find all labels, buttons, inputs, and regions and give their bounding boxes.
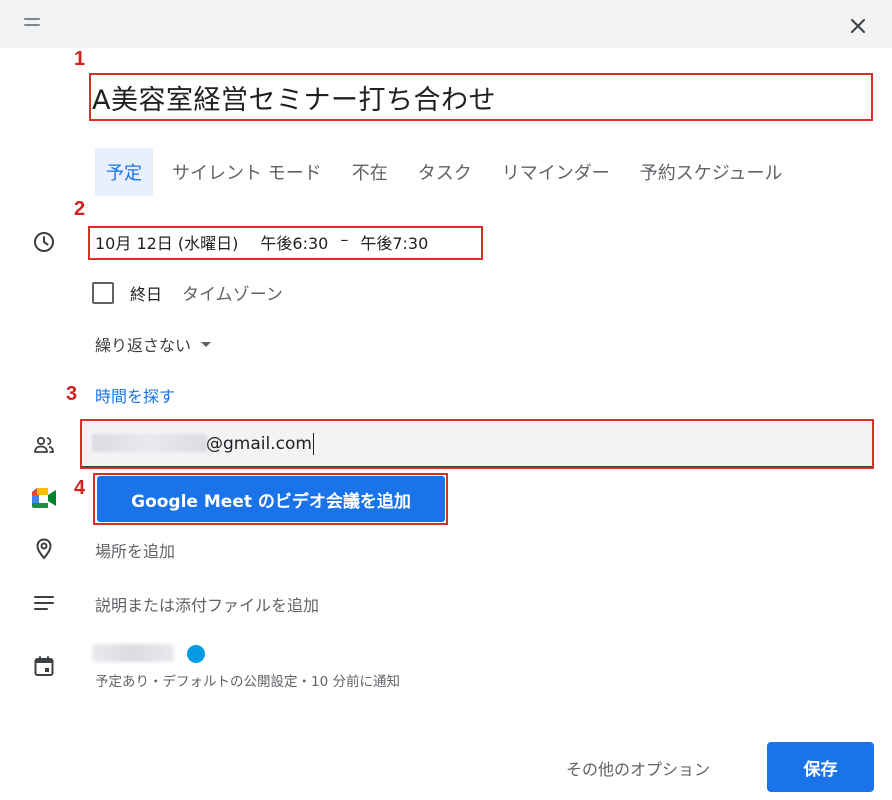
close-button[interactable] bbox=[840, 8, 876, 44]
drag-handle-icon[interactable] bbox=[24, 18, 40, 30]
description-input[interactable]: 説明または添付ファイルを追加 bbox=[95, 592, 319, 616]
clock-icon bbox=[34, 232, 54, 252]
allday-checkbox[interactable] bbox=[92, 281, 114, 304]
location-input[interactable]: 場所を追加 bbox=[95, 538, 175, 562]
step-number-2: 2 bbox=[74, 198, 86, 220]
calendar-icon bbox=[34, 656, 54, 676]
date-picker[interactable]: 10月 12日 (水曜日) bbox=[95, 230, 238, 254]
calendar-color-dot[interactable] bbox=[187, 645, 205, 663]
step-number-4: 4 bbox=[74, 477, 86, 499]
google-meet-icon bbox=[32, 488, 56, 508]
event-title-input[interactable]: A美容室経営セミナー打ち合わせ bbox=[92, 78, 496, 117]
add-google-meet-button[interactable]: Google Meet のビデオ会議を追加 bbox=[97, 476, 445, 522]
save-button[interactable]: 保存 bbox=[767, 742, 874, 792]
close-icon bbox=[851, 19, 865, 33]
step-number-3: 3 bbox=[66, 383, 78, 405]
step-number-1: 1 bbox=[74, 48, 86, 70]
timezone-button[interactable]: タイムゾーン bbox=[182, 280, 283, 305]
event-datetime: 10月 12日 (水曜日) 午後6:30 – 午後7:30 bbox=[95, 230, 428, 254]
people-icon bbox=[34, 436, 54, 453]
more-options-button[interactable]: その他のオプション bbox=[566, 756, 710, 780]
tab-appointment-schedule[interactable]: 予約スケジュール bbox=[629, 148, 794, 196]
dialog-header bbox=[0, 0, 892, 48]
notes-icon bbox=[34, 596, 54, 610]
repeat-dropdown[interactable]: 繰り返さない bbox=[95, 332, 212, 356]
annotation-box-guests bbox=[80, 419, 874, 469]
repeat-value: 繰り返さない bbox=[95, 336, 192, 355]
event-type-tabs: 予定 サイレント モード 不在 タスク リマインダー 予約スケジュール bbox=[95, 148, 801, 196]
tab-reminder[interactable]: リマインダー bbox=[491, 148, 621, 196]
tab-task[interactable]: タスク bbox=[407, 148, 483, 196]
redacted-calendar-name[interactable] bbox=[92, 644, 174, 662]
tab-out-of-office[interactable]: 不在 bbox=[341, 148, 399, 196]
tab-focus-time[interactable]: サイレント モード bbox=[161, 148, 333, 196]
allday-label: 終日 bbox=[130, 284, 163, 304]
find-time-link[interactable]: 時間を探す bbox=[95, 383, 175, 407]
calendar-details[interactable]: 予定あり・デフォルトの公開設定・10 分前に通知 bbox=[95, 670, 400, 690]
allday-row: 終日 タイムゾーン bbox=[92, 280, 283, 305]
location-pin-icon bbox=[36, 538, 52, 560]
tab-event[interactable]: 予定 bbox=[95, 148, 153, 196]
chevron-down-icon bbox=[201, 341, 212, 347]
end-time-picker[interactable]: 午後7:30 bbox=[360, 230, 428, 254]
start-time-picker[interactable]: 午後6:30 bbox=[260, 230, 328, 254]
time-separator: – bbox=[340, 230, 349, 249]
